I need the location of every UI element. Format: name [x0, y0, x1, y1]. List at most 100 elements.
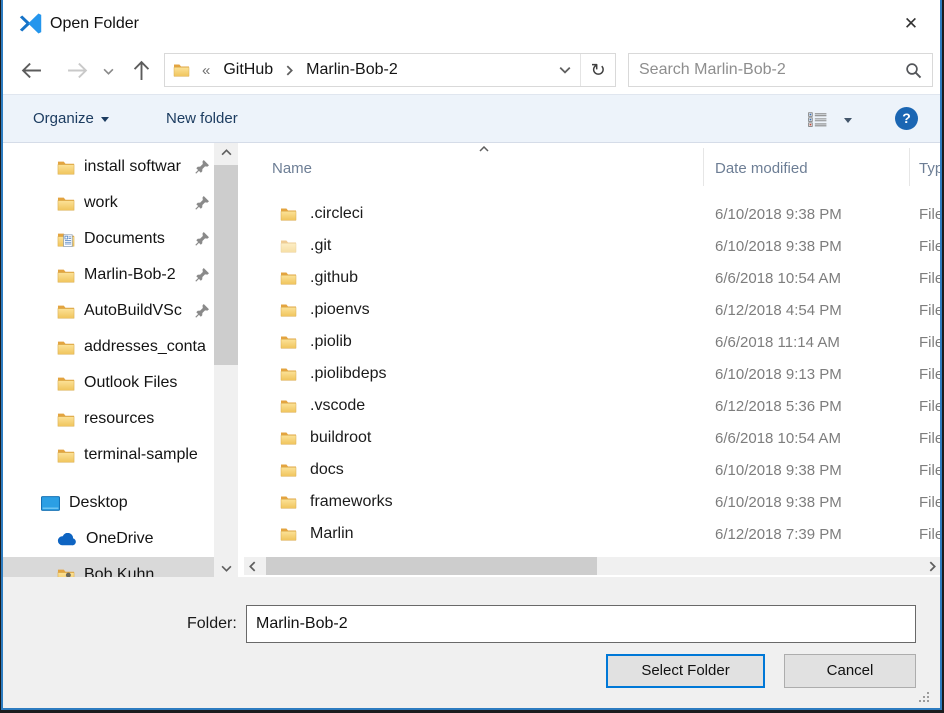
breadcrumb-github[interactable]: GitHub [223, 61, 273, 79]
view-options-chevron-icon[interactable] [844, 118, 852, 123]
address-folder-icon [173, 63, 190, 77]
sidebar-item-install-software[interactable]: install softwar [3, 149, 214, 185]
folder-icon [57, 304, 75, 319]
forward-button[interactable] [67, 60, 88, 81]
scroll-left-icon[interactable] [244, 557, 260, 575]
sidebar-item-outlook-files[interactable]: Outlook Files [3, 365, 214, 401]
navigation-bar: « GitHub Marlin-Bob-2 ↻ [3, 47, 940, 94]
back-button[interactable] [21, 60, 42, 81]
folder-icon [280, 463, 297, 477]
column-headers: Name Date modified Typ [238, 143, 940, 190]
file-row-git[interactable]: .git 6/10/2018 9:38 PM File [238, 230, 940, 262]
file-row-frameworks[interactable]: frameworks 6/10/2018 9:38 PM File [238, 486, 940, 518]
sidebar-item-documents[interactable]: Documents [3, 221, 214, 257]
user-folder-icon [57, 568, 75, 578]
sidebar-item-desktop[interactable]: Desktop [3, 485, 214, 521]
help-icon[interactable]: ? [895, 107, 918, 130]
column-header-date-modified[interactable]: Date modified [715, 143, 808, 190]
pin-icon [195, 303, 210, 318]
filelist-horizontal-scrollbar[interactable] [244, 557, 940, 575]
file-list: Name Date modified Typ .circleci 6/10/20… [238, 143, 940, 577]
titlebar: Open Folder ✕ [3, 0, 940, 47]
folder-icon [280, 335, 297, 349]
scrollbar-thumb[interactable] [214, 165, 238, 365]
scroll-right-icon[interactable] [924, 557, 940, 575]
address-bar[interactable]: « GitHub Marlin-Bob-2 ↻ [164, 53, 616, 87]
folder-icon [280, 399, 297, 413]
organize-caret-icon [101, 117, 109, 122]
organize-button[interactable]: Organize [33, 95, 109, 142]
new-folder-button[interactable]: New folder [166, 95, 238, 142]
open-folder-dialog: Open Folder ✕ « GitHub Marlin-Bob-2 ↻ O [1, 0, 942, 710]
sidebar-item-bob-kuhn[interactable]: Bob Kuhn [3, 557, 214, 577]
file-row-marlin[interactable]: Marlin 6/12/2018 7:39 PM File [238, 518, 940, 550]
sidebar-item-autobuildvsc[interactable]: AutoBuildVSc [3, 293, 214, 329]
hidden-folder-icon [280, 239, 297, 253]
pin-icon [195, 267, 210, 282]
file-row-buildroot[interactable]: buildroot 6/6/2018 10:54 AM File [238, 422, 940, 454]
screen: Open Folder ✕ « GitHub Marlin-Bob-2 ↻ O [0, 0, 944, 713]
file-row-piolibdeps[interactable]: .piolibdeps 6/10/2018 9:13 PM File [238, 358, 940, 390]
column-header-type[interactable]: Typ [919, 143, 942, 190]
file-row-piolib[interactable]: .piolib 6/6/2018 11:14 AM File [238, 326, 940, 358]
search-icon[interactable] [905, 62, 922, 79]
onedrive-cloud-icon [57, 533, 77, 546]
file-row-vscode[interactable]: .vscode 6/12/2018 5:36 PM File [238, 390, 940, 422]
pin-icon [195, 231, 210, 246]
scroll-up-icon[interactable] [214, 143, 238, 161]
cancel-button[interactable]: Cancel [784, 654, 916, 688]
sidebar-item-work[interactable]: work [3, 185, 214, 221]
folder-field-label: Folder: [187, 605, 237, 643]
breadcrumb-marlin-bob-2[interactable]: Marlin-Bob-2 [306, 61, 398, 79]
folder-icon [57, 412, 75, 427]
sidebar-scrollbar[interactable] [214, 143, 238, 577]
folder-icon [57, 196, 75, 211]
search-input[interactable] [629, 61, 905, 79]
pin-icon [195, 159, 210, 174]
file-row-github[interactable]: .github 6/6/2018 10:54 AM File [238, 262, 940, 294]
vscode-app-icon [19, 12, 42, 35]
dialog-footer: Folder: Select Folder Cancel [3, 577, 940, 710]
sidebar-item-terminal-sample[interactable]: terminal-sample [3, 437, 214, 473]
folder-icon [280, 207, 297, 221]
folder-icon [280, 527, 297, 541]
folder-icon [57, 268, 75, 283]
scrollbar-thumb[interactable] [266, 557, 597, 575]
scroll-down-icon[interactable] [214, 559, 238, 577]
dialog-title: Open Folder [50, 0, 139, 47]
folder-icon [280, 271, 297, 285]
folder-name-input[interactable] [246, 605, 916, 643]
refresh-icon[interactable]: ↻ [581, 54, 615, 86]
address-dropdown-chevron-icon[interactable] [550, 54, 580, 86]
file-row-circleci[interactable]: .circleci 6/10/2018 9:38 PM File [238, 198, 940, 230]
sidebar-item-marlin-bob-2[interactable]: Marlin-Bob-2 [3, 257, 214, 293]
folder-icon [57, 376, 75, 391]
recent-locations-chevron-icon[interactable] [103, 68, 114, 75]
sort-ascending-icon [478, 146, 490, 152]
sidebar-item-addresses-contacts[interactable]: addresses_conta [3, 329, 214, 365]
file-row-pioenvs[interactable]: .pioenvs 6/12/2018 4:54 PM File [238, 294, 940, 326]
up-button[interactable] [131, 60, 152, 81]
folder-icon [57, 340, 75, 355]
dialog-content: install softwar work Documents Marlin-Bo… [3, 143, 940, 577]
folder-icon [57, 448, 75, 463]
file-row-docs[interactable]: docs 6/10/2018 9:38 PM File [238, 454, 940, 486]
folder-icon [280, 495, 297, 509]
folder-icon [280, 367, 297, 381]
close-icon[interactable]: ✕ [896, 0, 926, 47]
folder-icon [57, 160, 75, 175]
breadcrumb-overflow[interactable]: « [202, 62, 210, 79]
sidebar-item-onedrive[interactable]: OneDrive [3, 521, 214, 557]
documents-folder-icon [57, 232, 75, 247]
folder-icon [280, 303, 297, 317]
change-view-icon[interactable] [808, 112, 828, 127]
resize-grip-icon[interactable] [919, 692, 930, 703]
sidebar-item-resources[interactable]: resources [3, 401, 214, 437]
breadcrumb-chevron-icon [286, 65, 293, 76]
navigation-pane: install softwar work Documents Marlin-Bo… [3, 143, 214, 577]
file-rows: .circleci 6/10/2018 9:38 PM File .git 6/… [238, 190, 940, 550]
select-folder-button[interactable]: Select Folder [606, 654, 765, 688]
pin-icon [195, 195, 210, 210]
column-header-name[interactable]: Name [272, 143, 312, 190]
desktop-icon [41, 496, 60, 511]
